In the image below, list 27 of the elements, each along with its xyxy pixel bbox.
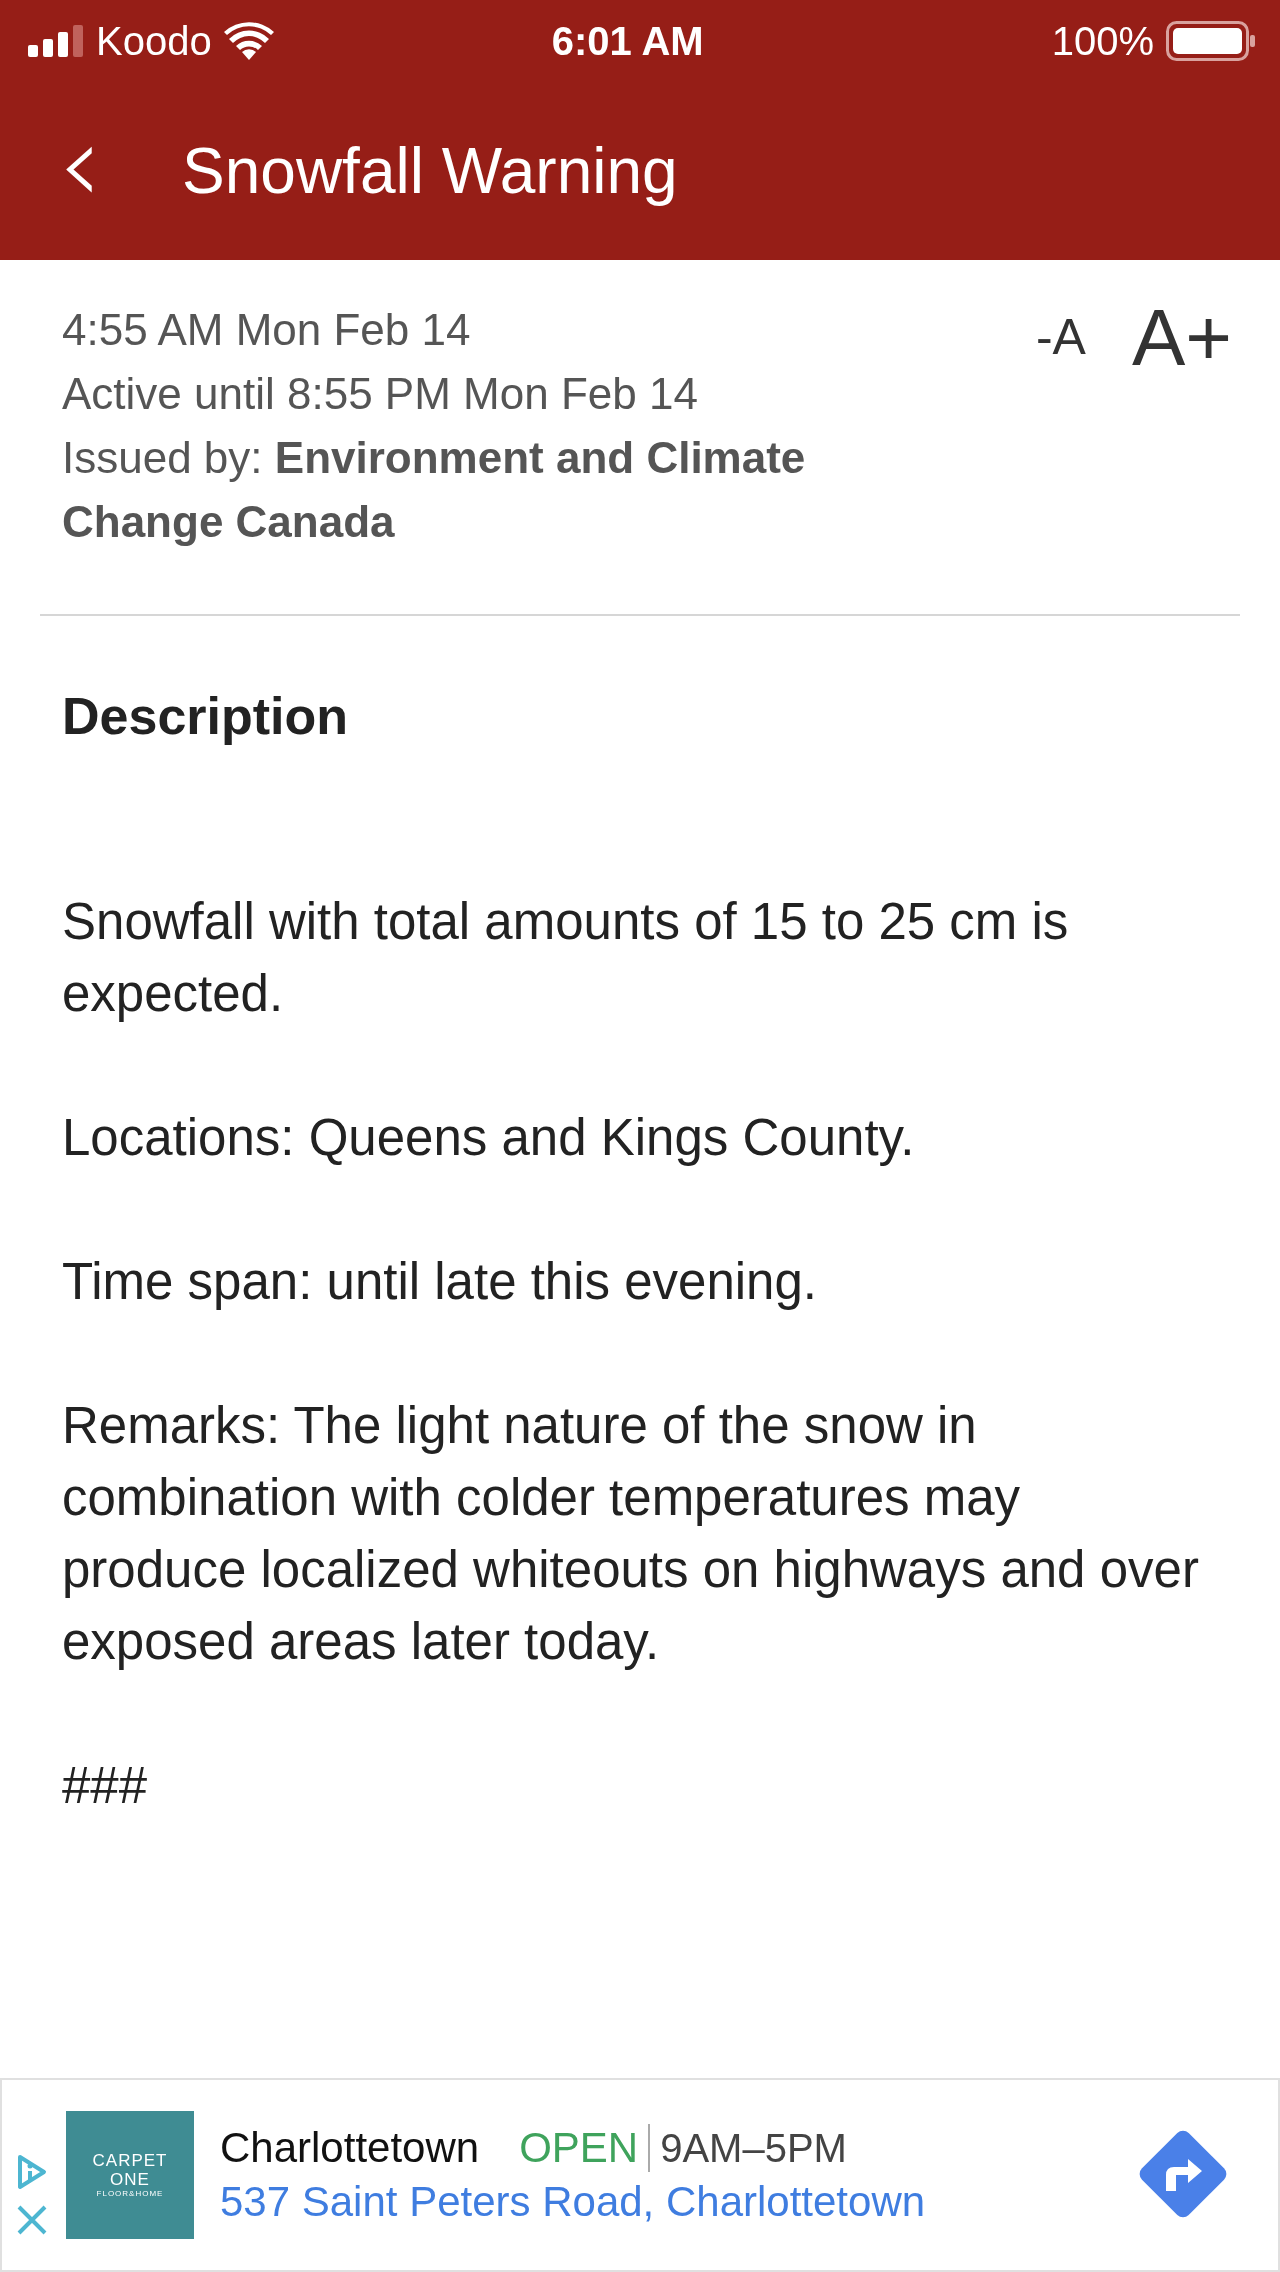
clock: 6:01 AM: [551, 18, 704, 64]
store-hours: 9AM–5PM: [659, 2125, 847, 2171]
section-heading: Description: [62, 686, 350, 746]
store-name: Charlottetown: [220, 2124, 480, 2172]
issued-by: Issued by: Environment and Climate Change Canada: [62, 432, 807, 548]
decrease-font-button[interactable]: -A: [1035, 312, 1086, 362]
carrier-name: Koodo: [96, 18, 212, 64]
battery-icon: [1166, 21, 1256, 61]
active-until: Active until 8:55 PM Mon Feb 14: [62, 368, 699, 420]
description-paragraph: ###: [62, 1756, 149, 1816]
page-title: Snowfall Warning: [182, 134, 678, 208]
increase-font-button[interactable]: A+: [1131, 298, 1232, 378]
description-paragraph: Remarks: The light nature of the snow in combination with colder temperatures may produce localized whiteouts on highways and over exposed areas later today.: [62, 1396, 1200, 1672]
wifi-icon: [223, 22, 274, 60]
store-logo: CARPET ONE FLOOR&HOME: [66, 2111, 194, 2239]
ad-banner[interactable]: CARPET ONE FLOOR&HOME Charlottetown OPEN 9AM–5PM 537 Saint Peters Road, Charlottetown: [0, 2078, 1280, 2272]
open-status: OPEN: [519, 2124, 651, 2172]
close-icon[interactable]: [16, 2204, 48, 2236]
signal-icon: [28, 25, 84, 57]
back-button[interactable]: ‹: [58, 109, 102, 233]
store-address[interactable]: 537 Saint Peters Road, Charlottetown: [220, 2178, 1128, 2226]
description-paragraph: Snowfall with total amounts of 15 to 25 cm is expected.: [62, 892, 1070, 1024]
description-paragraph: Locations: Queens and Kings County.: [62, 1108, 916, 1168]
ad-info-icon[interactable]: [17, 2154, 47, 2190]
battery-percent: 100%: [1051, 18, 1154, 64]
description-paragraph: Time span: until late this evening.: [62, 1252, 818, 1312]
issued-time: 4:55 AM Mon Feb 14: [62, 304, 472, 356]
